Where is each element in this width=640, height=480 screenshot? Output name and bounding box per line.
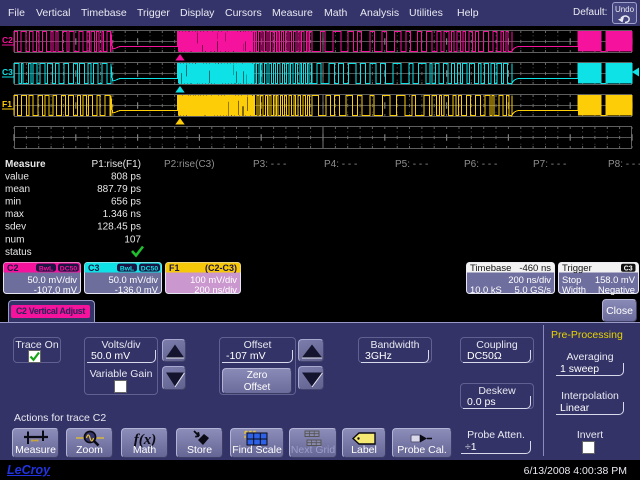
svg-text:P7: - - -: P7: - - - (533, 159, 566, 170)
svg-text:5.0 GS/s: 5.0 GS/s (515, 284, 552, 295)
svg-text:-107.0 mV: -107.0 mV (34, 284, 78, 295)
svg-text:128.45 ps: 128.45 ps (97, 222, 141, 233)
svg-text:Measure: Measure (5, 159, 46, 170)
svg-text:C2: C2 (7, 263, 19, 273)
svg-text:C3: C3 (2, 67, 13, 77)
svg-text:value: value (5, 172, 29, 183)
svg-text:P6: - - -: P6: - - - (464, 159, 497, 170)
svg-text:887.79 ps: 887.79 ps (97, 184, 141, 195)
svg-text:656 ps: 656 ps (111, 197, 141, 208)
svg-text:Negative: Negative (598, 284, 635, 295)
svg-text:(C2-C3): (C2-C3) (205, 263, 237, 273)
svg-text:mean: mean (5, 184, 30, 195)
svg-text:Trigger: Trigger (562, 263, 592, 274)
svg-text:C3: C3 (88, 263, 100, 273)
svg-text:1.346 ns: 1.346 ns (103, 209, 141, 220)
svg-text:P2:rise(C3): P2:rise(C3) (164, 159, 215, 170)
svg-text:P3: - - -: P3: - - - (253, 159, 286, 170)
svg-text:DC50: DC50 (60, 266, 78, 273)
svg-text:max: max (5, 209, 24, 220)
svg-text:Width: Width (562, 284, 586, 295)
svg-text:C2: C2 (2, 35, 13, 45)
svg-text:200 ns/div: 200 ns/div (194, 284, 237, 295)
svg-text:P4: - - -: P4: - - - (324, 159, 357, 170)
svg-text:BwL: BwL (120, 266, 134, 273)
svg-text:F1: F1 (169, 263, 180, 273)
svg-text:P8: - - -: P8: - - - (608, 159, 640, 170)
svg-text:min: min (5, 197, 21, 208)
svg-text:status: status (5, 247, 32, 258)
svg-text:F1: F1 (2, 99, 12, 109)
svg-text:-460 ns: -460 ns (519, 263, 551, 274)
svg-text:C3: C3 (624, 266, 633, 273)
svg-text:-136.0 mV: -136.0 mV (115, 284, 159, 295)
svg-text:num: num (5, 234, 24, 245)
svg-text:P1:rise(F1): P1:rise(F1) (92, 159, 141, 170)
svg-text:P5: - - -: P5: - - - (395, 159, 428, 170)
svg-text:808 ps: 808 ps (111, 172, 141, 183)
svg-text:Timebase: Timebase (470, 263, 511, 274)
svg-text:sdev: sdev (5, 222, 26, 233)
svg-text:10.0 kS: 10.0 kS (470, 284, 502, 295)
svg-text:DC50: DC50 (141, 266, 159, 273)
svg-text:BwL: BwL (39, 266, 53, 273)
svg-text:107: 107 (124, 234, 141, 245)
